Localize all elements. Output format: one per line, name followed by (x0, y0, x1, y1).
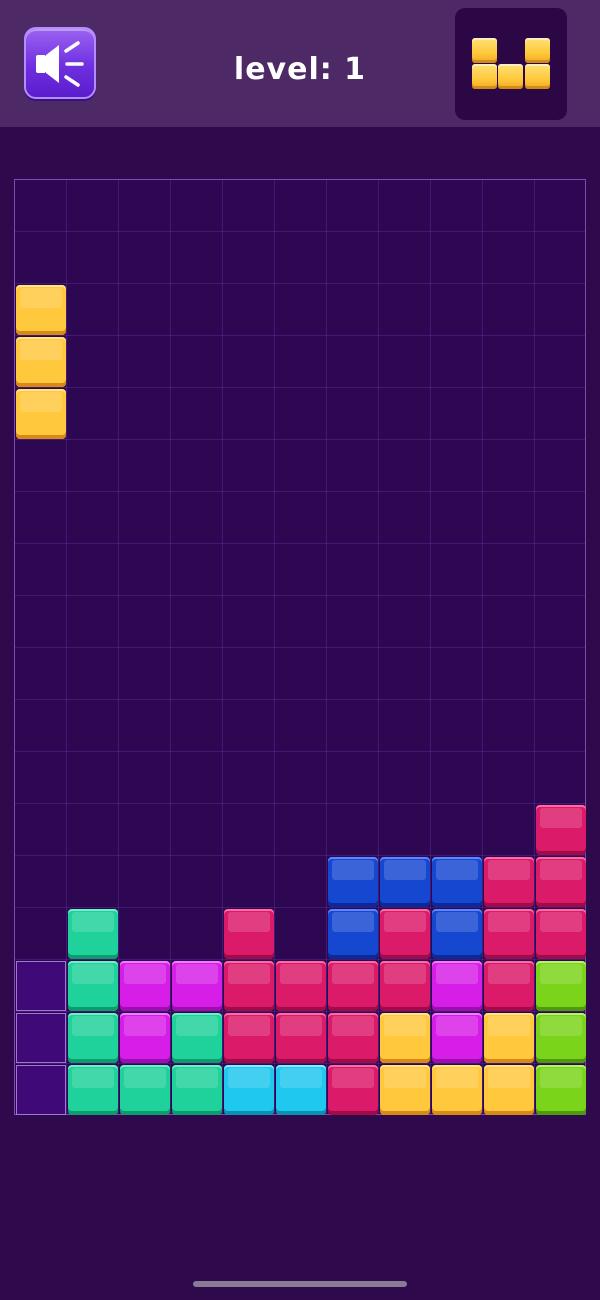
next-piece-block (498, 64, 523, 89)
settled-block-green (172, 1013, 222, 1063)
settled-block-yellow (484, 1013, 534, 1063)
game-board[interactable] (14, 179, 586, 1115)
settled-block-magenta (120, 961, 170, 1011)
settled-block-blue (328, 857, 378, 907)
settled-block-yellow (484, 1065, 534, 1115)
settled-block-red (276, 961, 326, 1011)
settled-block-red (328, 961, 378, 1011)
settled-block-red (536, 857, 586, 907)
settled-block-blue (432, 857, 482, 907)
settled-block-red (224, 1013, 274, 1063)
settled-block-green (68, 961, 118, 1011)
settled-block-blue (380, 857, 430, 907)
settled-block-red (380, 961, 430, 1011)
settled-block-red (484, 857, 534, 907)
settled-block-yellow (380, 1065, 430, 1115)
settled-block-red (484, 909, 534, 959)
settled-block-red (276, 1013, 326, 1063)
empty-slot (16, 1013, 66, 1063)
settled-block-red (224, 909, 274, 959)
settled-block-cyan (276, 1065, 326, 1115)
top-bar: level: 1 (0, 0, 600, 127)
settled-block-cyan (224, 1065, 274, 1115)
falling-piece-block (16, 285, 66, 335)
settled-block-lime (536, 1065, 586, 1115)
settled-block-magenta (172, 961, 222, 1011)
settled-block-red (536, 805, 586, 855)
next-piece-preview (455, 8, 567, 120)
falling-piece-block (16, 389, 66, 439)
settled-block-magenta (432, 961, 482, 1011)
empty-slot (16, 961, 66, 1011)
settled-block-blue (432, 909, 482, 959)
settled-block-lime (536, 1013, 586, 1063)
settled-block-red (380, 909, 430, 959)
settled-block-red (224, 961, 274, 1011)
settled-block-lime (536, 961, 586, 1011)
settled-block-green (68, 1013, 118, 1063)
settled-block-red (328, 1013, 378, 1063)
next-piece-block (525, 38, 550, 63)
settled-block-yellow (380, 1013, 430, 1063)
settled-block-red (484, 961, 534, 1011)
settled-block-red (536, 909, 586, 959)
next-piece-block (525, 64, 550, 89)
settled-block-red (328, 1065, 378, 1115)
next-piece-block (472, 64, 497, 89)
settled-block-green (172, 1065, 222, 1115)
settled-block-magenta (120, 1013, 170, 1063)
settled-block-green (68, 909, 118, 959)
settled-block-blue (328, 909, 378, 959)
settled-block-green (120, 1065, 170, 1115)
next-piece-block (472, 38, 497, 63)
falling-piece-block (16, 337, 66, 387)
settled-block-green (68, 1065, 118, 1115)
home-indicator[interactable] (193, 1281, 407, 1287)
settled-block-yellow (432, 1065, 482, 1115)
settled-block-magenta (432, 1013, 482, 1063)
empty-slot (16, 1065, 66, 1115)
